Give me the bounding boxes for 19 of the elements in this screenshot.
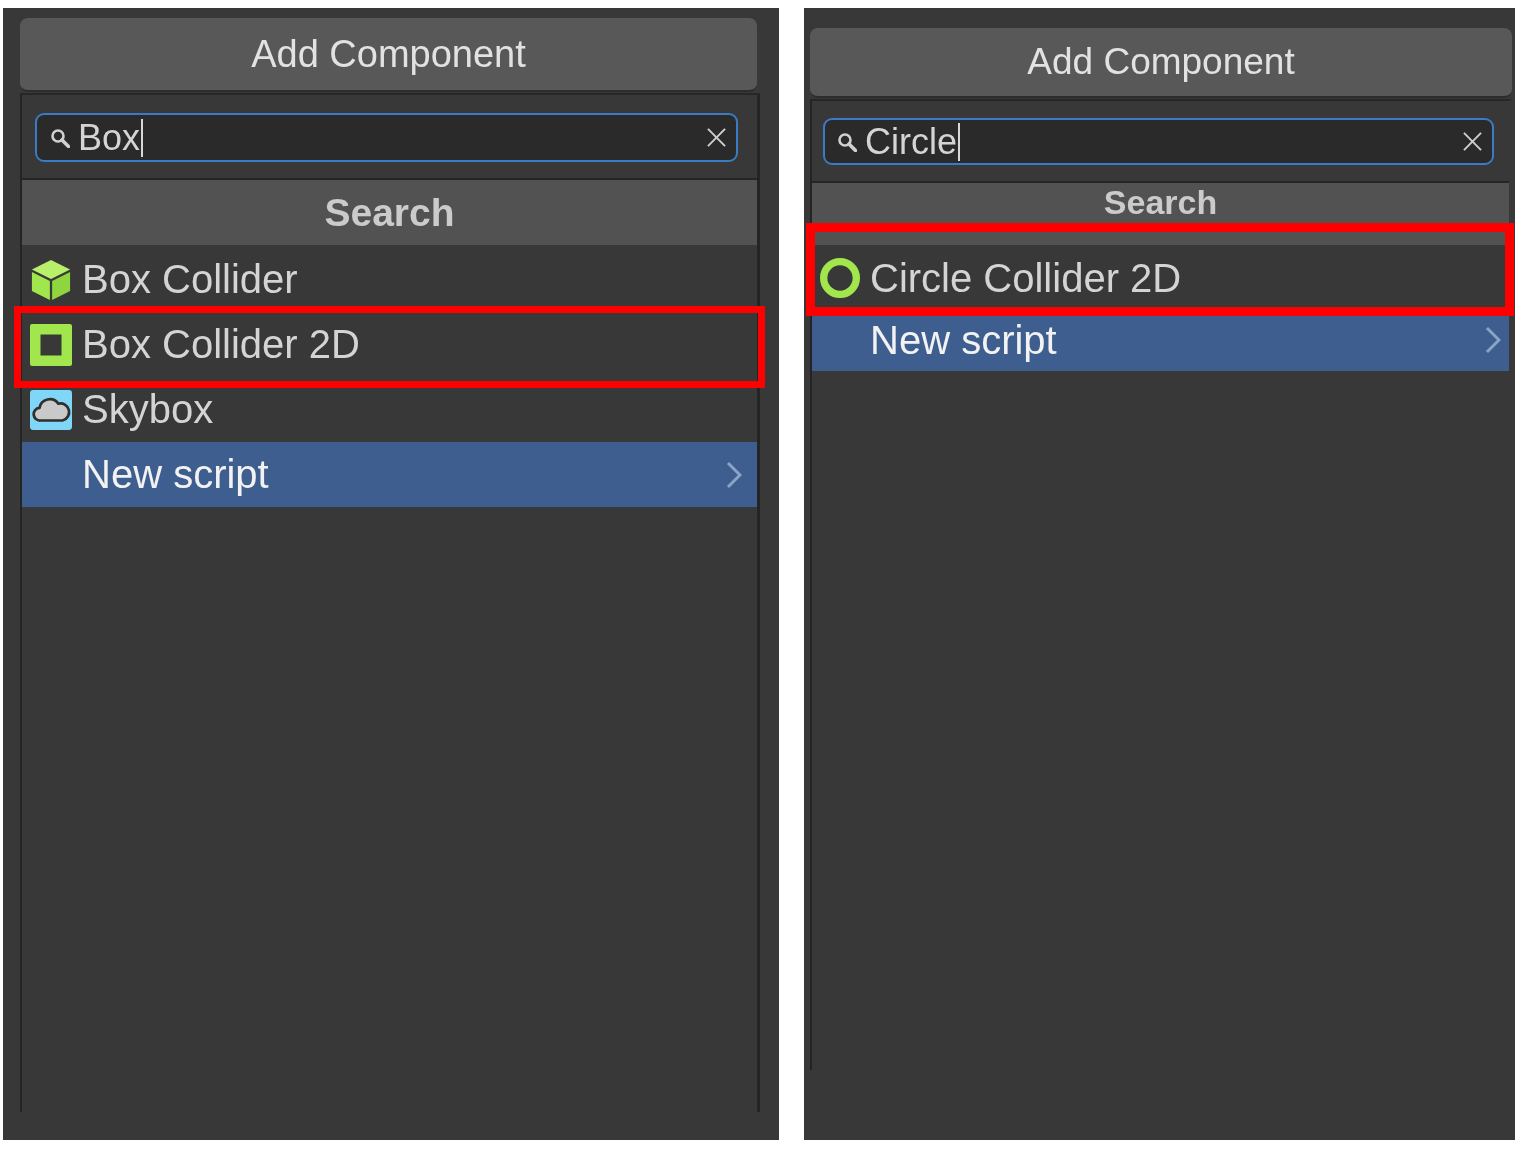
- text-cursor-icon: [958, 122, 960, 161]
- search-field[interactable]: Box: [35, 113, 738, 162]
- cloud-icon: [30, 388, 72, 431]
- search-field[interactable]: Circle: [823, 118, 1494, 165]
- search-icon: [50, 127, 70, 148]
- menu-item[interactable]: Skybox: [22, 377, 757, 442]
- add-component-button[interactable]: Add Component: [20, 18, 757, 92]
- menu-item[interactable]: Box Collider: [22, 247, 757, 312]
- ring-icon: [820, 258, 860, 298]
- cube-icon: [30, 258, 72, 301]
- add-component-button[interactable]: Add Component: [810, 28, 1512, 98]
- menu-item[interactable]: Circle Collider 2D: [812, 247, 1509, 309]
- section-header: Search: [22, 178, 757, 245]
- close-icon[interactable]: [707, 128, 726, 147]
- menu-item[interactable]: New script: [22, 442, 757, 507]
- close-icon[interactable]: [1463, 132, 1482, 151]
- menu-item[interactable]: Box Collider 2D: [22, 312, 757, 377]
- search-icon: [837, 131, 857, 152]
- text-cursor-icon: [141, 118, 144, 157]
